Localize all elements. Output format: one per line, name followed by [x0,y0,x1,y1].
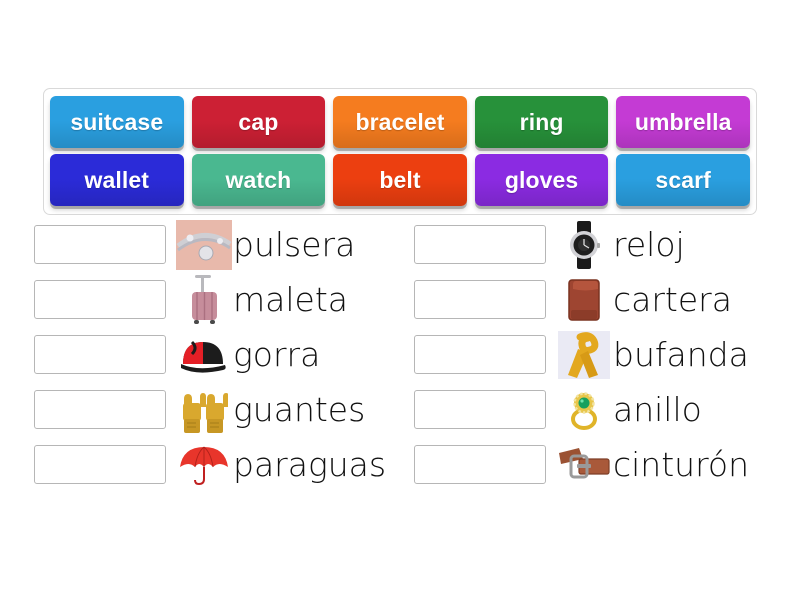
match-row: cinturón [414,444,800,485]
match-row: maleta [34,274,400,324]
word-tile-belt[interactable]: belt [333,154,467,206]
word-tile-watch[interactable]: watch [191,154,326,206]
word-tile-suitcase[interactable]: suitcase [50,96,184,148]
term-label: anillo [613,390,702,429]
word-tile-ring[interactable]: ring [474,96,609,148]
term-label: reloj [613,225,685,264]
answer-drop-box-gorra[interactable] [34,335,166,374]
match-row: reloj [414,220,800,269]
term-label: bufanda [613,335,749,374]
word-tile-umbrella[interactable]: umbrella [616,96,750,148]
word-bank: suitcase cap bracelet ring umbrella wallet wa… [43,88,757,215]
ring-icon [556,384,612,436]
bracelet-icon [176,219,232,271]
word-tile-bracelet[interactable]: bracelet [333,96,467,148]
answer-drop-box-anillo[interactable] [414,390,546,429]
word-tile-wallet[interactable]: wallet [50,154,184,206]
answer-drop-box-reloj[interactable] [414,225,546,264]
suitcase-icon [176,274,232,326]
umbrella-icon [176,439,232,491]
answer-drop-box-pulsera[interactable] [34,225,166,264]
gloves-icon [176,384,232,436]
match-row: anillo [414,389,800,430]
match-column-left: pulsera maleta gorra guantes paraguas [0,219,400,485]
scarf-icon [556,329,612,381]
term-label: maleta [233,280,349,319]
watch-icon [556,219,612,271]
word-bank-row-2: wallet watch belt gloves scarf [50,154,750,206]
term-label: gorra [233,335,321,374]
term-label: guantes [233,390,366,429]
wallet-icon [556,274,612,326]
answer-drop-box-bufanda[interactable] [414,335,546,374]
answer-drop-box-maleta[interactable] [34,280,166,319]
answer-drop-box-cartera[interactable] [414,280,546,319]
match-row: paraguas [34,444,400,485]
match-column-right: reloj cartera bufanda anillo cinturón [400,220,800,485]
belt-icon [556,439,612,491]
answer-drop-box-paraguas[interactable] [34,445,166,484]
word-tile-scarf[interactable]: scarf [616,154,750,206]
cap-icon [176,329,232,381]
term-label: paraguas [233,445,387,484]
match-row: pulsera [34,219,400,270]
match-row: guantes [34,389,400,433]
match-row: cartera [414,278,800,321]
word-tile-cap[interactable]: cap [191,96,326,148]
match-up-activity: suitcase cap bracelet ring umbrella wallet wa… [0,0,800,600]
answer-drop-box-guantes[interactable] [34,390,166,429]
term-label: cinturón [613,445,750,484]
match-row: gorra [34,334,400,375]
word-tile-gloves[interactable]: gloves [474,154,609,206]
match-row: bufanda [414,330,800,379]
word-bank-row-1: suitcase cap bracelet ring umbrella [50,96,750,148]
answer-drop-box-cinturón[interactable] [414,445,546,484]
match-columns: pulsera maleta gorra guantes paraguas reloj c… [0,219,800,485]
term-label: cartera [613,280,732,319]
term-label: pulsera [233,225,356,264]
